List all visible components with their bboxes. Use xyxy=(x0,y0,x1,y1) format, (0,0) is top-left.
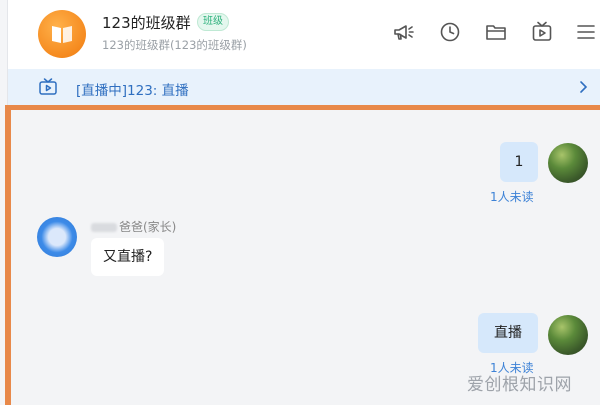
sender-avatar[interactable] xyxy=(37,217,77,257)
self-avatar[interactable] xyxy=(548,143,588,183)
group-avatar[interactable] xyxy=(38,10,86,58)
announcement-icon[interactable] xyxy=(392,20,416,44)
self-avatar[interactable] xyxy=(548,315,588,355)
self-message-bubble[interactable]: 1 xyxy=(500,142,538,182)
live-banner-text: [直播中]123: 直播 xyxy=(76,83,189,99)
live-banner[interactable]: [直播中]123: 直播 xyxy=(8,69,600,105)
folder-icon[interactable] xyxy=(484,20,508,44)
sender-name: 爸爸(家长) xyxy=(91,218,176,235)
chevron-right-icon[interactable] xyxy=(576,79,590,95)
unread-status[interactable]: 1人未读 xyxy=(490,188,534,205)
watermark: 爱创根知识网 xyxy=(467,375,572,395)
redacted-name-block xyxy=(91,223,117,232)
live-icon[interactable] xyxy=(530,20,554,44)
history-icon[interactable] xyxy=(438,20,462,44)
group-subtitle: 123的班级群(123的班级群) xyxy=(102,38,247,52)
group-tag-badge: 班级 xyxy=(197,13,229,31)
book-icon xyxy=(52,26,72,43)
self-message-bubble[interactable]: 直播 xyxy=(478,313,538,353)
tv-icon xyxy=(38,77,58,97)
menu-icon[interactable] xyxy=(574,20,598,44)
chat-area[interactable]: 1 1人未读 爸爸(家长) 又直播? 直播 1人未读 爱创根知识网 xyxy=(5,105,600,405)
other-message-bubble[interactable]: 又直播? xyxy=(91,238,165,276)
group-name: 123的班级群 xyxy=(102,14,191,32)
chat-header: 123的班级群 班级 123的班级群(123的班级群) xyxy=(0,0,600,68)
